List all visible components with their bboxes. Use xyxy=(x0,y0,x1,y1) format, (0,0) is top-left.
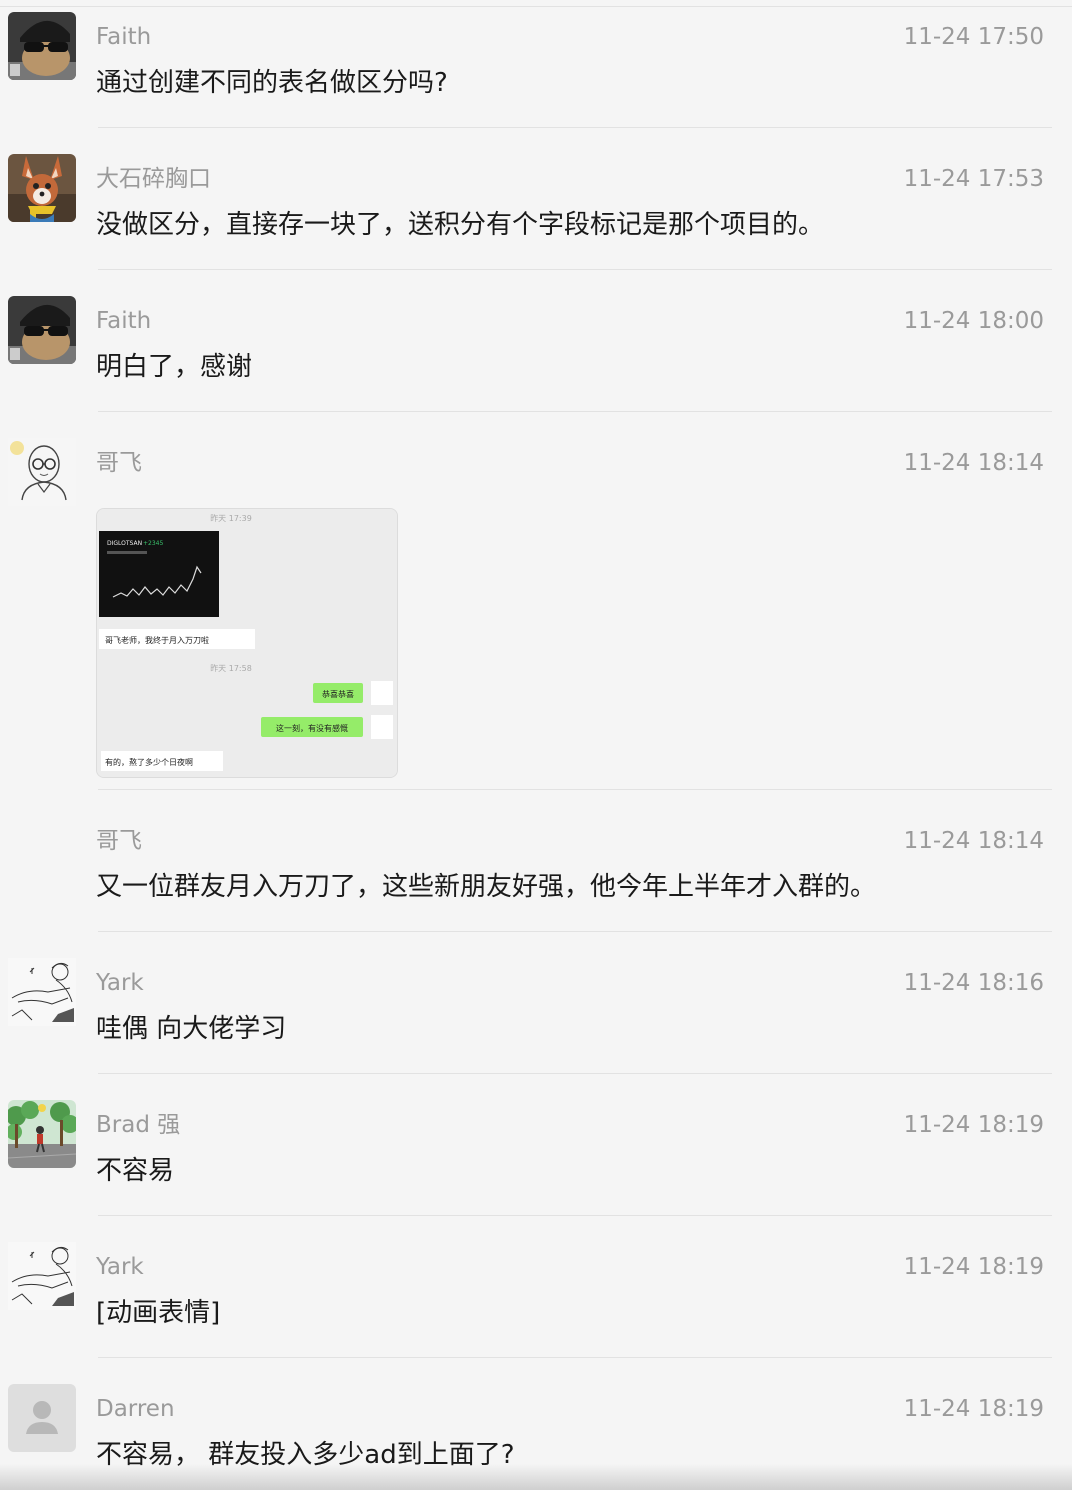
message-text: [动画表情] xyxy=(96,1298,221,1328)
sunglasses-avatar-icon[interactable] xyxy=(8,296,76,364)
message-divider xyxy=(98,789,1052,790)
message-time: 11-24 17:50 xyxy=(903,24,1044,50)
message-divider xyxy=(98,127,1052,128)
sender-name[interactable]: Faith xyxy=(96,306,151,336)
sunglasses-avatar-icon[interactable] xyxy=(8,12,76,80)
chart-badge: +2345 xyxy=(143,540,163,547)
sender-name[interactable]: 大石碎胸口 xyxy=(96,164,211,194)
image-top-time: 昨天 17:39 xyxy=(210,513,252,523)
message-divider xyxy=(98,411,1052,412)
image-reply: 有的，熬了多少个日夜啊 xyxy=(105,757,193,767)
bottom-scroll-shadow xyxy=(0,1464,1072,1490)
message-time: 11-24 18:00 xyxy=(903,308,1044,334)
message-text: 没做区分，直接存一块了，送积分有个字段标记是那个项目的。 xyxy=(96,210,825,240)
message-time: 11-24 18:14 xyxy=(903,450,1044,476)
sender-name[interactable]: Yark xyxy=(96,1252,144,1282)
chart-title: DIGLOTSAN xyxy=(107,540,142,547)
default-user-avatar-icon[interactable] xyxy=(8,1384,76,1452)
top-divider xyxy=(0,6,1072,7)
sketch-avatar-icon[interactable] xyxy=(8,1242,76,1310)
image-bubble-1: 恭喜恭喜 xyxy=(322,689,354,699)
image-caption: 哥飞老师，我终于月入万刀啦 xyxy=(105,635,209,645)
message-time: 11-24 18:19 xyxy=(903,1112,1044,1138)
sender-name[interactable]: 哥飞 xyxy=(96,826,142,856)
glasses-man-avatar-icon[interactable] xyxy=(8,438,76,506)
image-bubble-2: 这一刻，有没有感慨 xyxy=(276,723,348,733)
sender-name[interactable]: 哥飞 xyxy=(96,448,142,478)
message-time: 11-24 18:14 xyxy=(903,828,1044,854)
message-text: 不容易 xyxy=(96,1156,175,1186)
message-divider xyxy=(98,1215,1052,1216)
message-text: 通过创建不同的表名做区分吗? xyxy=(96,68,448,98)
image-mid-time: 昨天 17:58 xyxy=(210,663,252,673)
message-divider xyxy=(98,1357,1052,1358)
message-time: 11-24 17:53 xyxy=(903,166,1044,192)
sender-name[interactable]: Darren xyxy=(96,1394,175,1424)
message-text: 哇偶 向大佬学习 xyxy=(96,1014,287,1044)
message-time: 11-24 18:19 xyxy=(903,1254,1044,1280)
message-divider xyxy=(98,931,1052,932)
fox-avatar-icon[interactable] xyxy=(8,154,76,222)
sketch-avatar-icon[interactable] xyxy=(8,958,76,1026)
sender-name[interactable]: Faith xyxy=(96,22,151,52)
message-divider xyxy=(98,269,1052,270)
trees-avatar-icon[interactable] xyxy=(8,1100,76,1168)
image-thumbnail[interactable]: 昨天 17:39 DIGLOTSAN +2345 哥飞老师，我终于月入万刀啦 昨… xyxy=(96,508,398,778)
message-time: 11-24 18:19 xyxy=(903,1396,1044,1422)
sender-name[interactable]: Yark xyxy=(96,968,144,998)
message-text: 明白了，感谢 xyxy=(96,352,253,382)
message-time: 11-24 18:16 xyxy=(903,970,1044,996)
message-text: 又一位群友月入万刀了，这些新朋友好强，他今年上半年才入群的。 xyxy=(96,872,877,902)
sender-name[interactable]: Brad 强 xyxy=(96,1110,180,1140)
message-divider xyxy=(98,1073,1052,1074)
